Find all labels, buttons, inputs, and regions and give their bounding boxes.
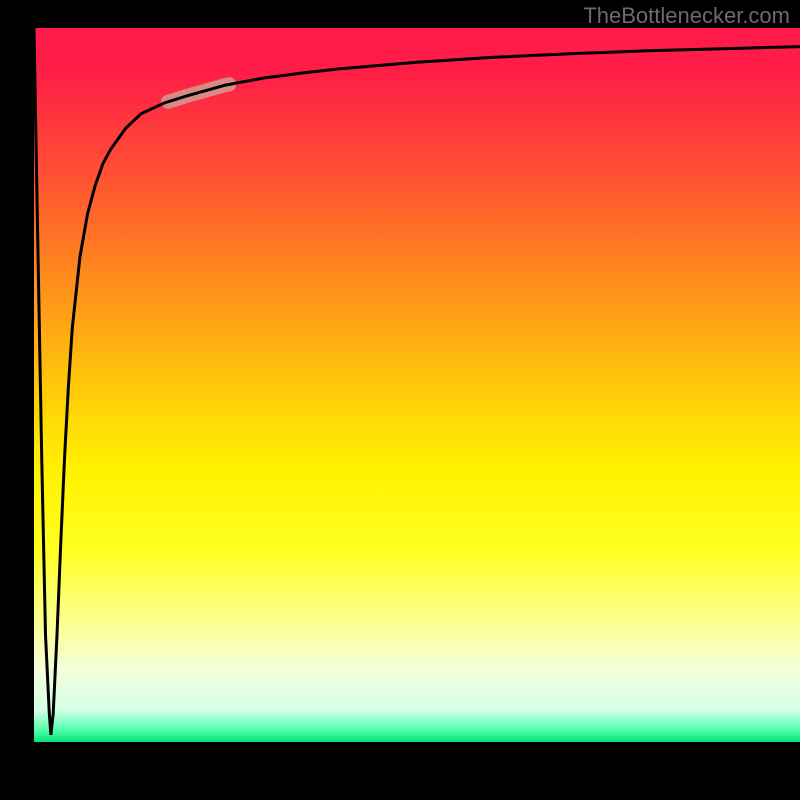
plot-area: [34, 28, 800, 742]
plot-background: [34, 28, 800, 742]
watermark-text: TheBottlenecker.com: [583, 3, 790, 29]
gradient-rect: [34, 28, 800, 742]
